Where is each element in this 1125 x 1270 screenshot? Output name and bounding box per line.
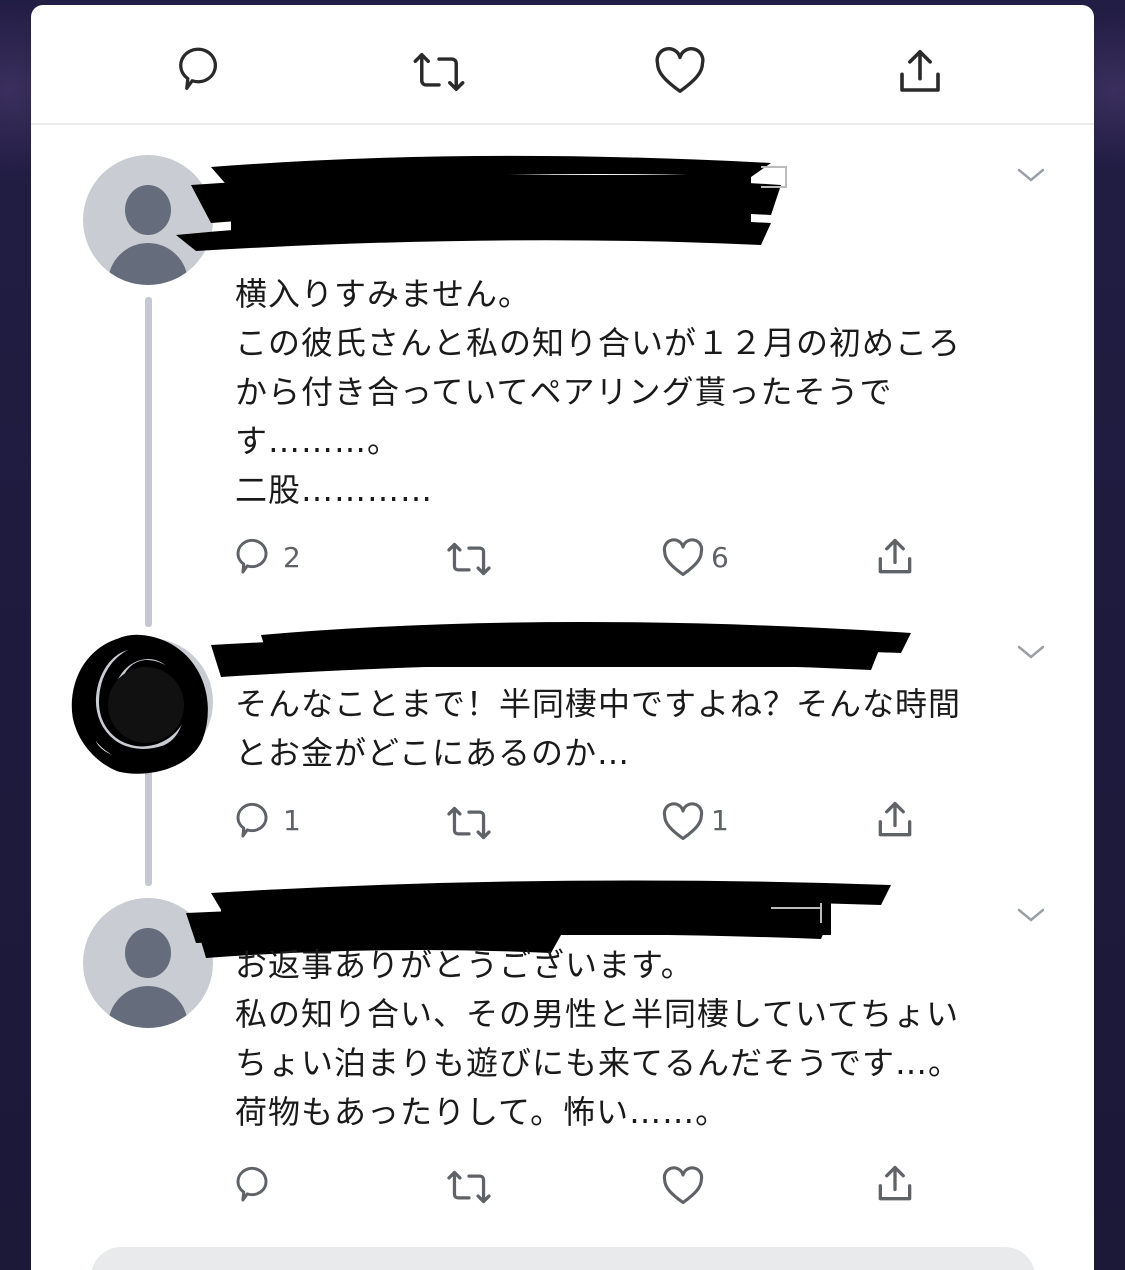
divider <box>31 123 1094 125</box>
reply-icon[interactable] <box>177 45 229 97</box>
reply-icon[interactable] <box>235 801 277 843</box>
reply-icon[interactable] <box>235 1165 277 1207</box>
share-icon[interactable] <box>873 535 917 579</box>
chevron-down-icon[interactable] <box>1016 905 1046 929</box>
like-icon[interactable] <box>661 537 705 579</box>
redacted-username <box>211 621 911 677</box>
share-icon[interactable] <box>893 45 947 99</box>
retweet-icon[interactable] <box>445 803 493 843</box>
thread-connector <box>145 297 152 627</box>
like-count: 1 <box>711 804 729 837</box>
like-icon[interactable] <box>661 801 705 843</box>
tweet-text: お返事ありがとうございます。 私の知り合い、その男性と半同棲していてちょい ちょ… <box>235 946 962 1131</box>
share-icon[interactable] <box>873 798 917 842</box>
like-icon[interactable] <box>661 1165 705 1207</box>
avatar[interactable] <box>71 627 221 777</box>
chevron-down-icon[interactable] <box>1016 165 1046 189</box>
reply-count: 1 <box>283 804 301 837</box>
retweet-icon[interactable] <box>445 1167 493 1207</box>
reply-count: 2 <box>283 541 301 574</box>
tweet-thread-card: 横入りすみません。 この彼氏さんと私の知り合いが１２月の初めころ から付き合って… <box>31 5 1094 1270</box>
retweet-icon[interactable] <box>445 539 493 579</box>
redacted-username <box>176 155 787 251</box>
reply-icon[interactable] <box>235 537 277 579</box>
like-count: 6 <box>711 541 729 574</box>
tweet-text: 横入りすみません。 この彼氏さんと私の知り合いが１２月の初めころ から付き合って… <box>235 275 962 509</box>
like-icon[interactable] <box>653 45 707 97</box>
thread-connector <box>145 761 152 886</box>
tweet-text: そんなことまで！半同棲中ですよね？そんな時間 とお金がどこにあるのか… <box>235 685 962 772</box>
share-icon[interactable] <box>873 1162 917 1206</box>
reply-input-bar[interactable] <box>91 1247 1035 1270</box>
chevron-down-icon[interactable] <box>1016 642 1046 666</box>
retweet-icon[interactable] <box>411 47 467 97</box>
